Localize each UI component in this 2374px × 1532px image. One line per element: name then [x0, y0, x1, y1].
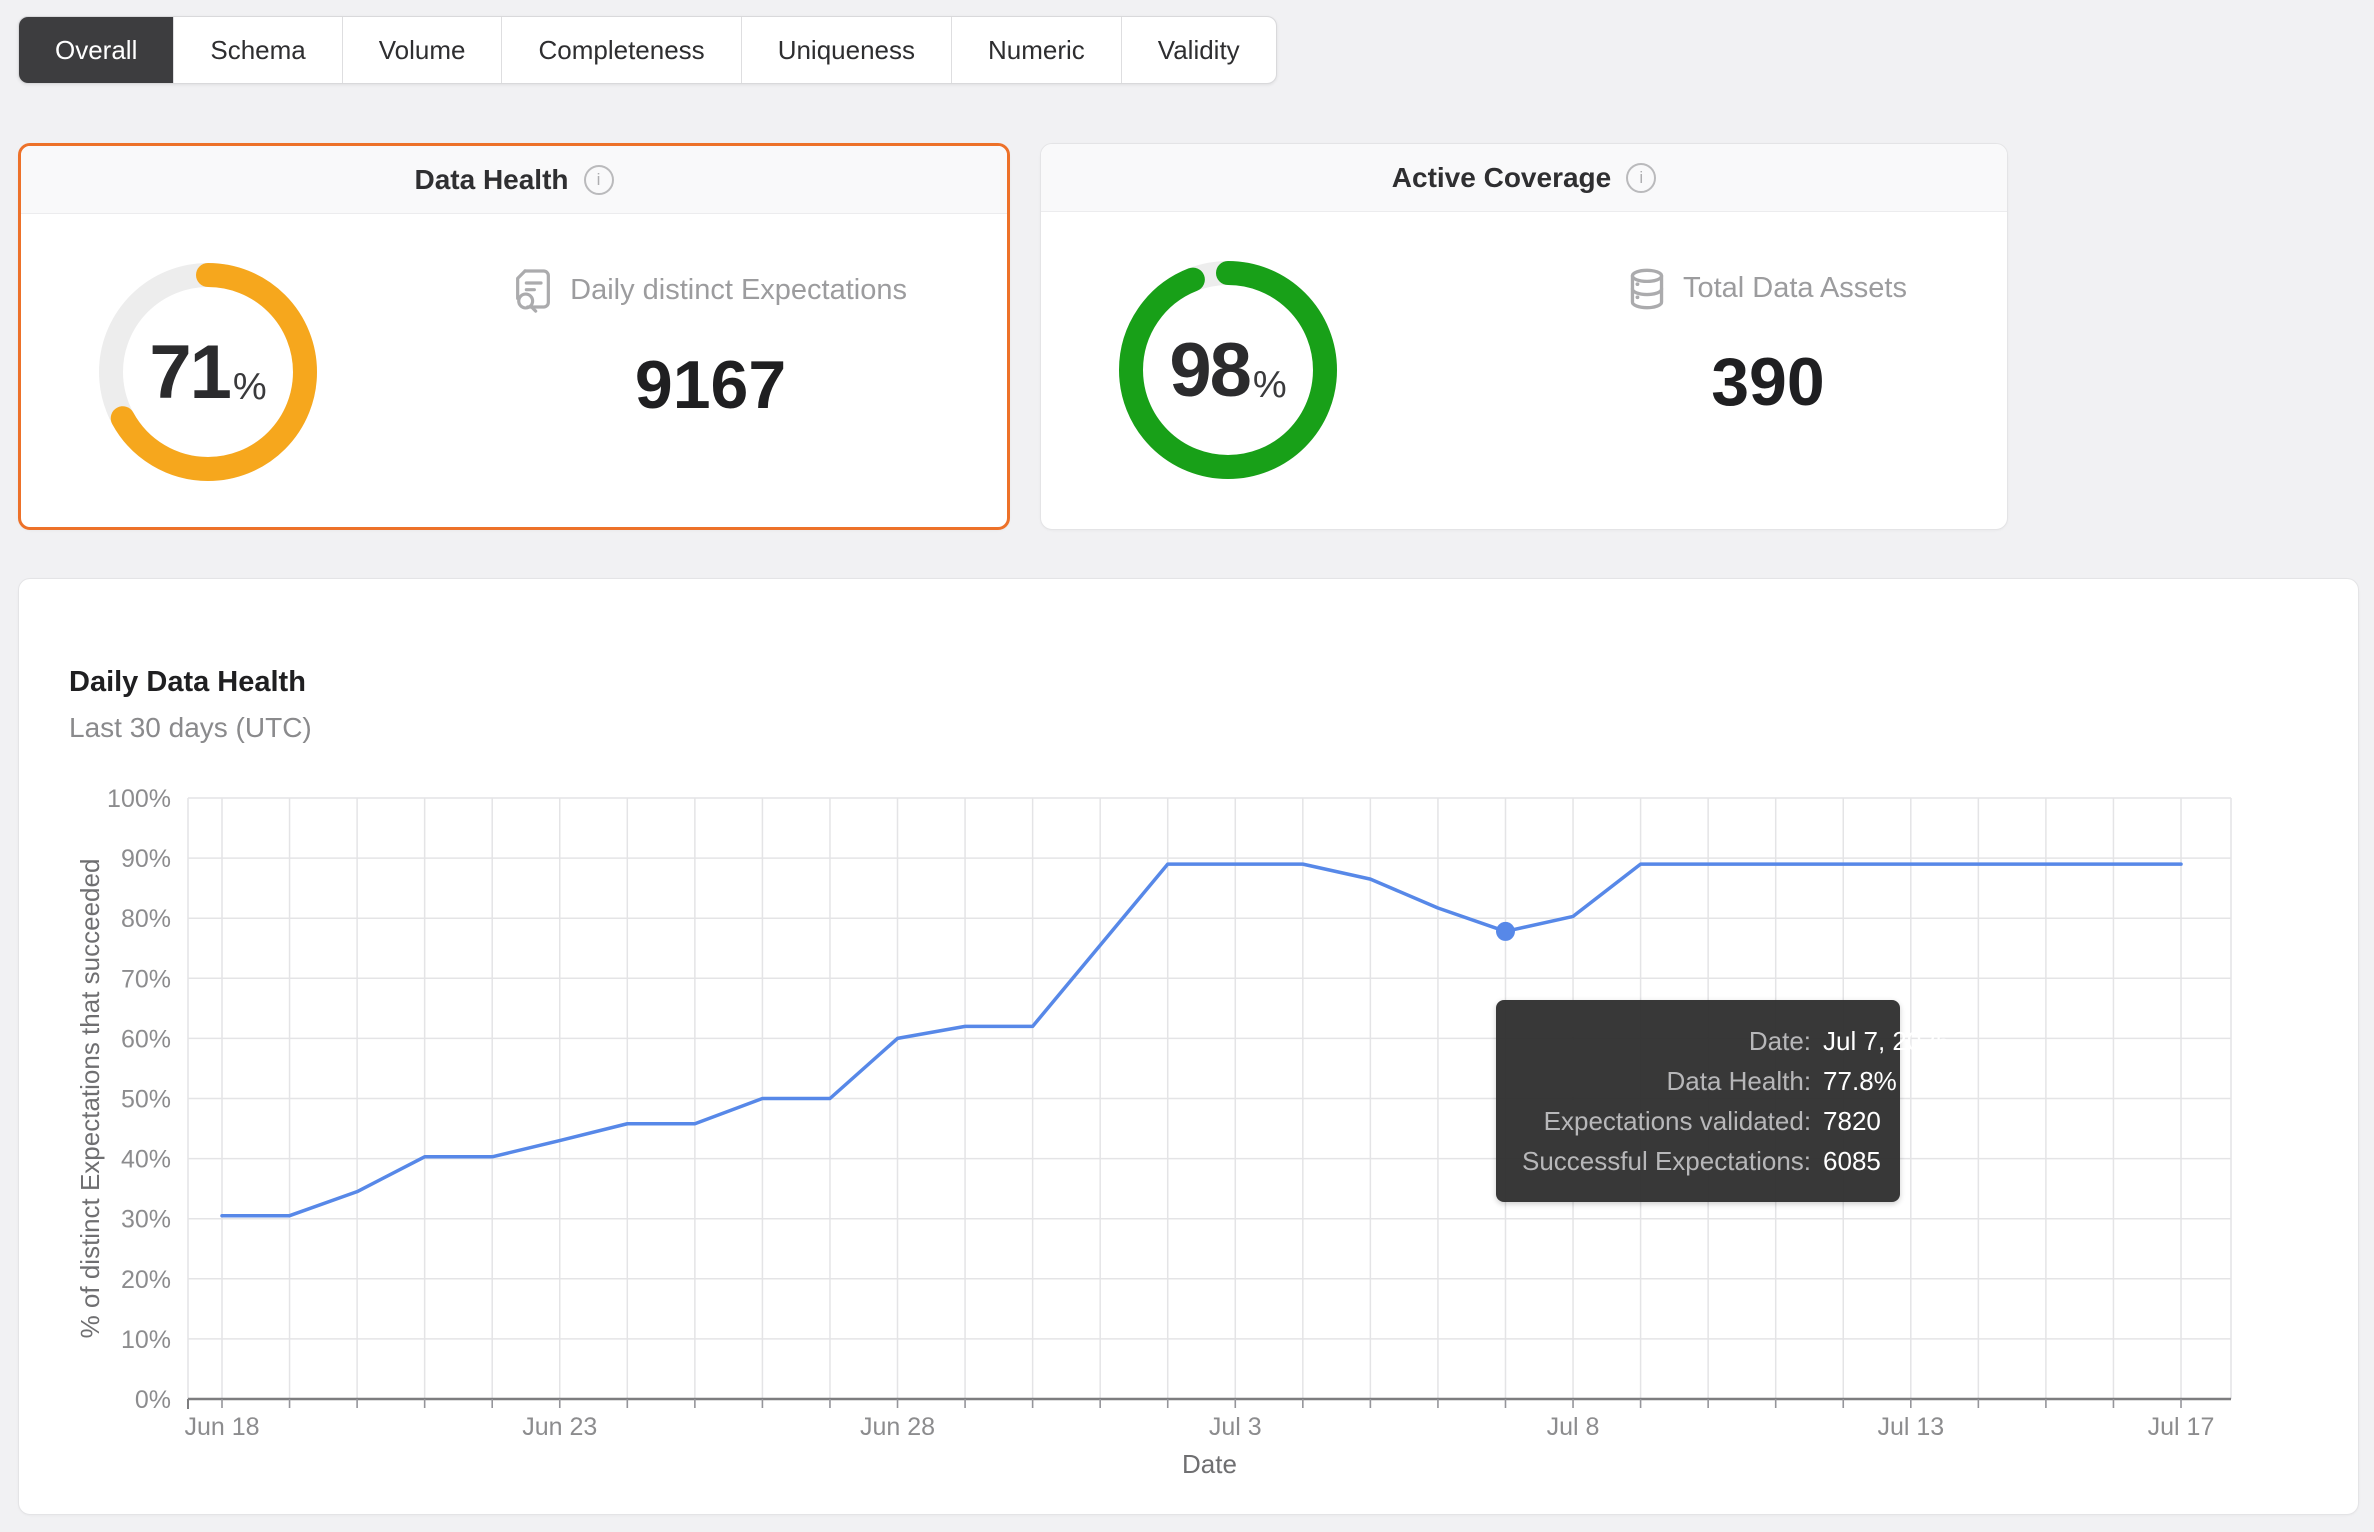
- tab-numeric[interactable]: Numeric: [951, 17, 1121, 83]
- svg-text:Jun 18: Jun 18: [184, 1413, 259, 1441]
- daily-data-health-line-chart[interactable]: 0%10%20%30%40%50%60%70%80%90%100%Jun 18 J…: [19, 745, 2360, 1495]
- tab-uniqueness[interactable]: Uniqueness: [740, 17, 951, 83]
- data-health-card-header: Data Health i: [21, 146, 1007, 214]
- x-axis-title: Date: [1182, 1449, 1237, 1479]
- svg-text:20%: 20%: [121, 1266, 171, 1294]
- svg-text:Jul 3: Jul 3: [1209, 1413, 1262, 1441]
- metric-value: 9167: [634, 346, 787, 423]
- svg-text:Jul 13: Jul 13: [1877, 1413, 1944, 1441]
- donut-value: 71 %: [98, 262, 318, 482]
- tooltip-label: Expectations validated:: [1543, 1106, 1812, 1136]
- y-axis-title: % of distinct Expectations that succeede…: [75, 859, 105, 1339]
- database-icon: [1630, 268, 1664, 309]
- svg-text:60%: 60%: [121, 1025, 171, 1053]
- tooltip-value: Jul 7, 2025: [1823, 1026, 1951, 1056]
- chart-title: Daily Data Health: [69, 666, 306, 698]
- active-coverage-card-body: 98 % Total Data Assets 390: [1041, 212, 2007, 528]
- svg-text:Jun 28: Jun 28: [860, 1413, 935, 1441]
- donut-percent-unit: %: [232, 365, 267, 408]
- svg-text:30%: 30%: [121, 1206, 171, 1234]
- highlighted-point[interactable]: [1495, 921, 1515, 941]
- tab-volume[interactable]: Volume: [341, 17, 502, 83]
- metric-tab-bar: Overall Schema Volume Completeness Uniquenes…: [18, 16, 1277, 84]
- card-title: Active Coverage: [1391, 161, 1612, 193]
- data-health-metric: Daily distinct Expectations 9167: [514, 268, 907, 424]
- tooltip-label: Successful Expectations:: [1522, 1146, 1812, 1176]
- card-title: Data Health: [414, 163, 569, 195]
- tooltip-value: 6085: [1823, 1146, 1881, 1176]
- chart-subtitle: Last 30 days (UTC): [69, 712, 312, 743]
- svg-text:80%: 80%: [121, 905, 171, 933]
- donut-percent: 71: [149, 329, 232, 415]
- tooltip-label: Date:: [1748, 1026, 1812, 1056]
- tab-completeness[interactable]: Completeness: [501, 17, 740, 83]
- tab-validity[interactable]: Validity: [1120, 17, 1276, 83]
- metric-value: 390: [1711, 343, 1825, 420]
- svg-text:Jul 17: Jul 17: [2148, 1413, 2215, 1441]
- daily-data-health-card: Daily Data Health Last 30 days (UTC) 0% 1…: [18, 578, 2359, 1515]
- y-tick-labels: 0% 10% 20% 30% 40% 50% 60% 70% 80% 90% 100%: [107, 785, 171, 1414]
- info-icon[interactable]: i: [583, 164, 614, 195]
- x-tick-labels: Jun 18 Jun 23 Jun 28 Jul 3 Jul 8 Jul 13 Jul 17: [184, 1413, 2214, 1441]
- x-axis: [187, 1397, 2231, 1409]
- tooltip-label: Data Health:: [1666, 1066, 1812, 1096]
- gridlines: [187, 797, 2232, 1399]
- active-coverage-donut: 98 %: [1118, 260, 1338, 480]
- svg-text:40%: 40%: [121, 1146, 171, 1174]
- summary-cards-row: Data Health i 71 % Daily distinct Expect…: [18, 143, 2008, 530]
- dashboard-page: { "tab_bar": { "active": "Overall", "tab…: [0, 0, 2374, 1532]
- donut-percent: 98: [1169, 327, 1252, 413]
- donut-percent-unit: %: [1252, 363, 1287, 406]
- donut-value: 98 %: [1118, 260, 1338, 480]
- metric-label: Total Data Assets: [1682, 272, 1907, 304]
- svg-text:50%: 50%: [121, 1086, 171, 1114]
- chart-area: 0% 10% 20% 30% 40% 50% 60% 70% 80% 90% 100% Jun 18 J…: [19, 745, 2358, 1495]
- active-coverage-card[interactable]: Active Coverage i 98 % Total Data Assets…: [1040, 143, 2008, 530]
- svg-text:Jul 8: Jul 8: [1547, 1413, 1600, 1441]
- svg-text:90%: 90%: [121, 845, 171, 873]
- svg-text:100%: 100%: [107, 785, 171, 813]
- svg-text:10%: 10%: [121, 1326, 171, 1354]
- metric-label-row: Total Data Assets: [1629, 268, 1907, 310]
- chart-tooltip: Date: Jul 7, 2025 Data Health: 77.8% Expecta…: [1496, 1000, 1950, 1202]
- tooltip-value: 7820: [1823, 1106, 1881, 1136]
- tab-overall[interactable]: Overall: [19, 17, 174, 83]
- metric-label: Daily distinct Expectations: [570, 274, 907, 306]
- tooltip-value: 77.8%: [1823, 1066, 1897, 1096]
- active-coverage-card-header: Active Coverage i: [1041, 144, 2007, 212]
- svg-text:Jun 23: Jun 23: [522, 1413, 597, 1441]
- expectations-doc-icon: [516, 268, 551, 313]
- info-icon[interactable]: i: [1626, 162, 1657, 193]
- data-health-card-body: 71 % Daily distinct Expectations 9167: [21, 214, 1007, 527]
- active-coverage-metric: Total Data Assets 390: [1629, 268, 1907, 421]
- metric-label-row: Daily distinct Expectations: [514, 268, 907, 313]
- tab-schema[interactable]: Schema: [173, 17, 341, 83]
- svg-text:0%: 0%: [135, 1386, 171, 1414]
- svg-text:70%: 70%: [121, 965, 171, 993]
- data-health-card[interactable]: Data Health i 71 % Daily distinct Expect…: [18, 143, 1010, 530]
- data-health-donut: 71 %: [98, 262, 318, 482]
